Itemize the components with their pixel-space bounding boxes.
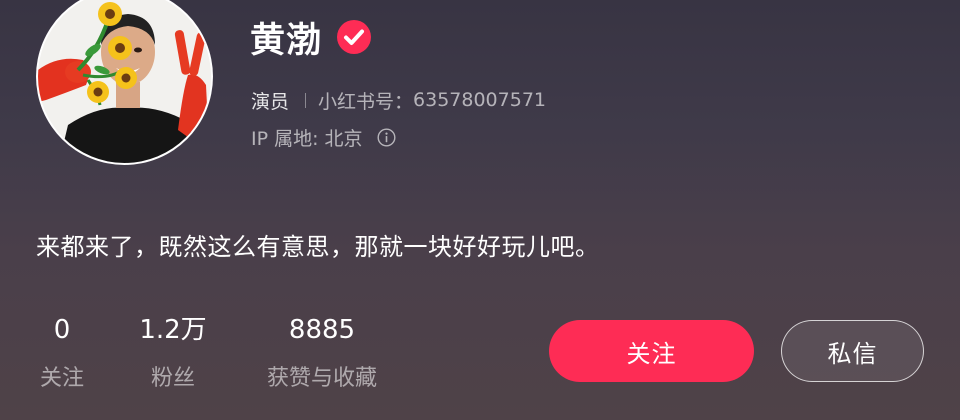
profile-role: 演员 <box>251 90 290 113</box>
stat-likes-and-saves[interactable]: 8885 获赞与收藏 <box>256 312 388 392</box>
stat-fans-label: 粉丝 <box>150 366 195 391</box>
message-button[interactable]: 私信 <box>781 320 924 382</box>
follow-button[interactable]: 关注 <box>549 320 754 382</box>
profile-bio: 来都来了，既然这么有意思，那就一块好好玩儿吧。 <box>36 233 600 261</box>
stat-following-value: 0 <box>53 315 71 345</box>
meta-divider <box>305 92 307 108</box>
stat-fans-value: 1.2万 <box>139 315 207 345</box>
stat-following-label: 关注 <box>39 366 84 391</box>
ip-location-row: IP 属地: 北京 <box>251 123 396 151</box>
profile-name: 黄渤 <box>250 20 323 61</box>
profile-id-label: 小红书号： <box>318 90 414 113</box>
stat-fans[interactable]: 1.2万 粉丝 <box>130 312 216 392</box>
profile-id-value[interactable]: 63578007571 <box>413 89 546 111</box>
stat-likes-label: 获赞与收藏 <box>266 366 377 391</box>
stat-following[interactable]: 0 关注 <box>36 312 88 392</box>
info-circle-icon[interactable] <box>377 127 396 147</box>
verified-check-icon <box>336 19 372 55</box>
ip-location: IP 属地: 北京 <box>251 127 363 150</box>
avatar[interactable] <box>36 0 213 165</box>
stat-likes-value: 8885 <box>288 315 356 345</box>
profile-meta: 演员 小红书号： 63578007571 <box>251 86 546 114</box>
avatar-photo <box>38 0 211 163</box>
name-row: 黄渤 <box>250 12 372 62</box>
